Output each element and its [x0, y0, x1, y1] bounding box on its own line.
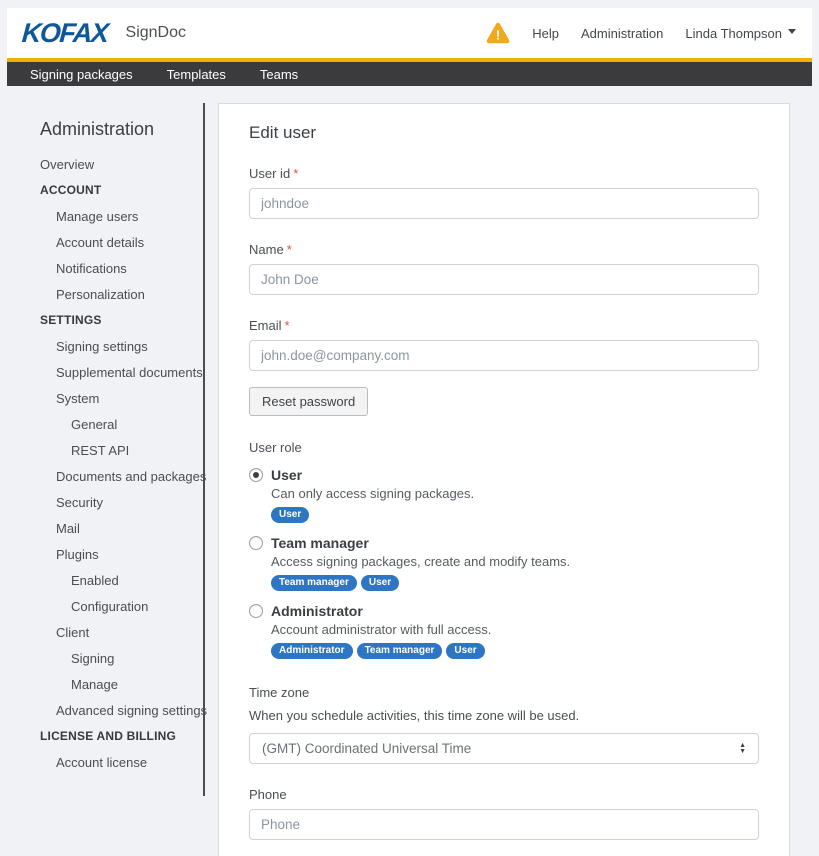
reset-password-button[interactable]: Reset password [249, 387, 368, 416]
header: KOFAX SignDoc ! Help Administration Lind… [7, 8, 812, 58]
sidebar-item-system[interactable]: System [40, 392, 195, 405]
role-badge: User [446, 643, 484, 659]
sidebar-item-supplemental-documents[interactable]: Supplemental documents [40, 366, 195, 379]
admin-sidebar: Administration Overview ACCOUNT Manage u… [0, 103, 205, 796]
chevron-down-icon [788, 29, 796, 34]
page-title: Edit user [249, 123, 759, 143]
sidebar-item-manage[interactable]: Manage [40, 678, 195, 691]
role-description: Can only access signing packages. [271, 486, 759, 501]
administration-link[interactable]: Administration [581, 26, 663, 41]
role-radio-user[interactable]: User [249, 467, 759, 483]
role-name: User [271, 467, 302, 483]
sidebar-item-overview[interactable]: Overview [40, 158, 195, 171]
svg-text:!: ! [496, 28, 500, 43]
sidebar-item-signing-settings[interactable]: Signing settings [40, 340, 195, 353]
name-label-text: Name [249, 242, 284, 257]
radio-icon[interactable] [249, 604, 263, 618]
role-option-team-manager: Team manager Access signing packages, cr… [249, 535, 759, 591]
sidebar-item-account-license[interactable]: Account license [40, 756, 195, 769]
kofax-logo: KOFAX [21, 18, 109, 49]
role-option-user: User Can only access signing packages. U… [249, 467, 759, 523]
warning-icon[interactable]: ! [486, 22, 510, 44]
role-badge: User [271, 507, 309, 523]
sidebar-item-advanced-signing-settings[interactable]: Advanced signing settings [40, 704, 195, 717]
nav-teams[interactable]: Teams [260, 67, 298, 82]
role-name: Team manager [271, 535, 369, 551]
user-menu[interactable]: Linda Thompson [685, 26, 796, 41]
sidebar-item-enabled[interactable]: Enabled [40, 574, 195, 587]
sidebar-section-license-and-billing: LICENSE AND BILLING [40, 730, 195, 743]
role-badge: Team manager [271, 575, 357, 591]
user-id-label-text: User id [249, 166, 290, 181]
timezone-help-text: When you schedule activities, this time … [249, 708, 759, 723]
role-radio-administrator[interactable]: Administrator [249, 603, 759, 619]
sidebar-item-manage-users[interactable]: Manage users [40, 210, 195, 223]
radio-icon[interactable] [249, 536, 263, 550]
app-window: KOFAX SignDoc ! Help Administration Lind… [0, 0, 819, 856]
sidebar-item-notifications[interactable]: Notifications [40, 262, 195, 275]
product-name: SignDoc [126, 24, 186, 42]
sidebar-item-client[interactable]: Client [40, 626, 195, 639]
sidebar-item-configuration[interactable]: Configuration [40, 600, 195, 613]
user-id-field[interactable] [249, 188, 759, 219]
edit-user-panel: Edit user User id* Name* Email* Reset pa… [218, 103, 790, 856]
sidebar-item-signing[interactable]: Signing [40, 652, 195, 665]
user-name: Linda Thompson [685, 26, 782, 41]
sidebar-item-personalization[interactable]: Personalization [40, 288, 195, 301]
nav-templates[interactable]: Templates [167, 67, 226, 82]
role-badge: Team manager [357, 643, 443, 659]
nav-signing-packages[interactable]: Signing packages [30, 67, 133, 82]
help-link[interactable]: Help [532, 26, 559, 41]
phone-field[interactable] [249, 809, 759, 840]
sidebar-item-plugins[interactable]: Plugins [40, 548, 195, 561]
name-label: Name* [249, 242, 759, 257]
role-description: Access signing packages, create and modi… [271, 554, 759, 569]
email-label: Email* [249, 318, 759, 333]
sidebar-item-documents-and-packages[interactable]: Documents and packages [40, 470, 195, 483]
sidebar-item-account-details[interactable]: Account details [40, 236, 195, 249]
role-name: Administrator [271, 603, 363, 619]
radio-icon[interactable] [249, 468, 263, 482]
timezone-label: Time zone [249, 685, 759, 700]
sidebar-item-general[interactable]: General [40, 418, 195, 431]
sidebar-item-rest-api[interactable]: REST API [40, 444, 195, 457]
role-description: Account administrator with full access. [271, 622, 759, 637]
role-badge: User [361, 575, 399, 591]
role-radio-team-manager[interactable]: Team manager [249, 535, 759, 551]
name-field[interactable] [249, 264, 759, 295]
required-marker: * [287, 242, 292, 257]
email-label-text: Email [249, 318, 282, 333]
timezone-selected-value: (GMT) Coordinated Universal Time [262, 741, 471, 756]
email-field[interactable] [249, 340, 759, 371]
user-id-label: User id* [249, 166, 759, 181]
sidebar-item-mail[interactable]: Mail [40, 522, 195, 535]
sidebar-item-security[interactable]: Security [40, 496, 195, 509]
sidebar-title: Administration [40, 119, 195, 140]
sidebar-section-account: ACCOUNT [40, 184, 195, 197]
timezone-select[interactable]: (GMT) Coordinated Universal Time ▲▼ [249, 733, 759, 764]
role-badge: Administrator [271, 643, 353, 659]
required-marker: * [285, 318, 290, 333]
main-nav: Signing packages Templates Teams [7, 58, 812, 86]
select-arrows-icon: ▲▼ [739, 743, 746, 755]
phone-label: Phone [249, 787, 759, 802]
sidebar-section-settings: SETTINGS [40, 314, 195, 327]
required-marker: * [293, 166, 298, 181]
user-role-label: User role [249, 440, 759, 455]
role-option-administrator: Administrator Account administrator with… [249, 603, 759, 659]
